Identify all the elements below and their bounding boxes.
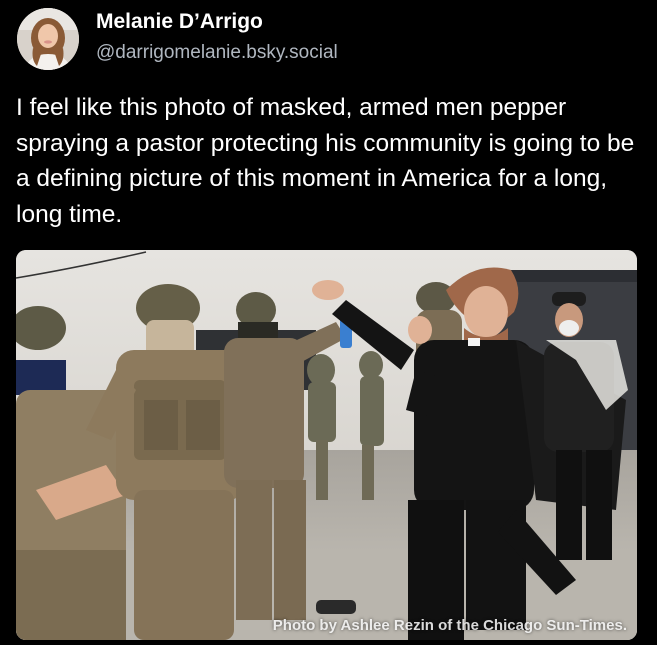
photo-credit: Photo by Ashlee Rezin of the Chicago Sun… — [272, 617, 627, 634]
author-display-name[interactable]: Melanie D’Arrigo — [96, 10, 263, 34]
author-handle[interactable]: @darrigomelanie.bsky.social — [96, 42, 338, 64]
post-text: I feel like this photo of masked, armed … — [16, 94, 635, 228]
post-card: Melanie D’Arrigo @darrigomelanie.bsky.so… — [0, 0, 657, 645]
author-avatar[interactable] — [17, 8, 79, 70]
photo-illustration — [16, 250, 637, 640]
post-image[interactable]: Photo by Ashlee Rezin of the Chicago Sun… — [16, 250, 637, 640]
avatar-image — [17, 8, 79, 70]
